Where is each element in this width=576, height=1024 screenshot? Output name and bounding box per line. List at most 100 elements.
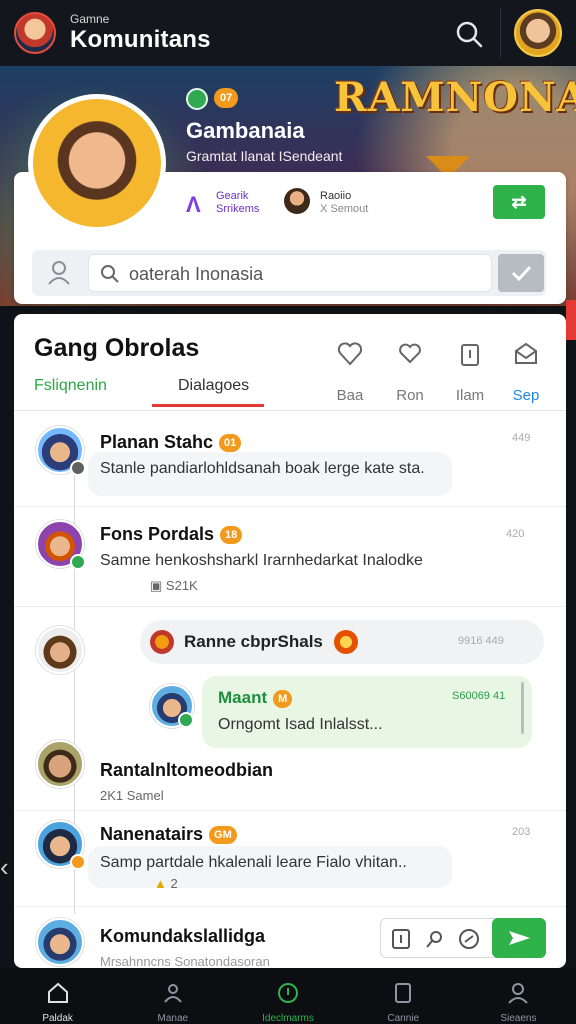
- thread-time: 9916 449: [458, 635, 504, 647]
- active-tab-indicator: [152, 404, 264, 407]
- message-author: Planan Stahc 01: [100, 432, 242, 453]
- level-badge: 07: [214, 88, 239, 108]
- message-author: Fons Pordals 18: [100, 524, 243, 545]
- tab-divider: [14, 410, 566, 411]
- avatar[interactable]: [36, 626, 84, 674]
- search-icon[interactable]: [452, 17, 486, 51]
- chevron-left-icon[interactable]: ‹: [0, 852, 9, 883]
- nav-groups[interactable]: Manae: [115, 968, 230, 1024]
- message-author: Nanenatairs GM: [100, 824, 237, 845]
- alert-circle-icon: [278, 983, 298, 1003]
- tool-mail[interactable]: Sep: [506, 340, 546, 404]
- profile-name: Gambanaia: [186, 118, 305, 143]
- thread-title: Ranne cbprShals: [184, 632, 323, 651]
- tool-notes[interactable]: Ilam: [450, 340, 490, 404]
- online-indicator: [178, 712, 194, 728]
- author-name: Planan Stahc: [100, 432, 214, 452]
- warning-icon: ▲: [154, 876, 167, 891]
- game-logo: RAMNONAH: [334, 74, 576, 121]
- reply-author: Maant M: [218, 688, 293, 708]
- status-indicator: [70, 460, 86, 476]
- user-icon[interactable]: [32, 250, 86, 296]
- row-divider: [14, 606, 566, 607]
- message-bubble[interactable]: Samp partdale hkalenali leare Fialo vhit…: [88, 846, 452, 888]
- header-divider: [500, 8, 501, 58]
- message-text[interactable]: Samne henkoshsharkl Irarnhedarkat Inalod…: [100, 552, 423, 570]
- search-input[interactable]: oaterah Inonasia: [88, 254, 492, 292]
- tab-friends[interactable]: Fsliqnenin: [34, 377, 107, 395]
- search-icon: [101, 265, 119, 283]
- stat-friends[interactable]: Raoiio X Semout: [320, 190, 368, 216]
- avatar[interactable]: [36, 918, 84, 966]
- app-avatar-icon[interactable]: [14, 12, 56, 54]
- tool-notes-label: Ilam: [455, 387, 485, 404]
- online-indicator: [70, 554, 86, 570]
- reaction-chip[interactable]: ▲ 2: [154, 876, 178, 891]
- message-time: 203: [512, 826, 531, 838]
- search-icon[interactable]: [423, 927, 447, 951]
- expand-button[interactable]: ⇄: [493, 185, 545, 219]
- reply-bubble[interactable]: Maant M S60069 41 Orngomt Isad Inlalsst..…: [202, 676, 532, 748]
- nav-games[interactable]: Cannie: [346, 968, 461, 1024]
- friend-avatar-icon: [284, 188, 310, 214]
- search-submit-button[interactable]: [498, 254, 544, 292]
- tab-dialogs[interactable]: Dialagoes: [178, 377, 249, 395]
- tool-like-label: Ron: [396, 387, 424, 404]
- header-subtitle: Gamne: [70, 12, 110, 26]
- person-icon: [508, 983, 529, 1004]
- reaction-count: 2: [170, 876, 178, 891]
- profile-avatar[interactable]: [28, 94, 166, 232]
- thread-bubble[interactable]: Ranne cbprShals 9916 449: [140, 620, 544, 664]
- message-preview: Mrsahnncns Sonatondasoran: [100, 954, 270, 968]
- message-bubble-spacer: [88, 422, 112, 442]
- heart-outline-icon: [399, 343, 421, 364]
- nav-messages[interactable]: Ideclmarms: [230, 968, 345, 1024]
- side-tab[interactable]: [566, 300, 576, 340]
- nav-messages-label: Ideclmarms: [262, 1013, 314, 1024]
- author-name: Fons Pordals: [100, 524, 215, 544]
- nav-home[interactable]: Paldak: [0, 968, 115, 1024]
- rank-icon: Λ: [186, 192, 201, 217]
- page-title: Komunitans: [70, 26, 211, 53]
- author-name: Nanenatairs: [100, 824, 204, 844]
- message-meta: 2K1 Samel: [100, 788, 164, 803]
- bottom-navigation: Paldak Manae Ideclmarms Cannie Sieaens: [0, 968, 576, 1024]
- top-bar: Gamne Komunitans: [0, 0, 576, 66]
- user-avatar[interactable]: [514, 9, 562, 57]
- stat-friends-line1: Raoiio: [320, 190, 352, 202]
- row-divider: [14, 810, 566, 811]
- tool-favorite[interactable]: Baa: [330, 340, 370, 404]
- tool-mail-label: Sep: [512, 387, 540, 404]
- send-button[interactable]: [492, 918, 546, 958]
- attachment-chip[interactable]: ▣ S21K: [150, 578, 198, 594]
- fire-icon: [150, 630, 174, 654]
- author-name: Maant: [218, 688, 268, 707]
- scrollbar[interactable]: [521, 682, 524, 734]
- stat-rank[interactable]: Gearik Srrikems: [216, 190, 259, 216]
- level-badge: GM: [209, 826, 237, 845]
- level-badge: 18: [220, 526, 243, 545]
- search-placeholder: oaterah Inonasia: [129, 264, 264, 284]
- heart-icon: [337, 342, 363, 366]
- stat-friends-line2: X Semout: [320, 203, 369, 215]
- tool-like[interactable]: Ron: [390, 340, 430, 404]
- nav-profile[interactable]: Sieaens: [461, 968, 576, 1024]
- author-name: Rantalnltomeodbian: [100, 760, 274, 780]
- emoji-icon[interactable]: [457, 927, 481, 951]
- home-icon: [47, 982, 68, 1003]
- tool-favorite-label: Baa: [336, 387, 364, 404]
- message-bubble[interactable]: Stanle pandiarlohldsanah boak lerge kate…: [88, 452, 452, 496]
- verified-icon: [186, 88, 208, 110]
- avatar[interactable]: [36, 740, 84, 788]
- status-indicator: [70, 854, 86, 870]
- author-name: Komundakslallidga: [100, 926, 266, 946]
- profile-badges: 07: [186, 88, 239, 110]
- message-time: 449: [512, 432, 531, 444]
- group-icon: [164, 984, 182, 1003]
- gift-icon: ▣: [150, 578, 163, 593]
- stat-rank-line2: Srrikems: [216, 203, 260, 215]
- clipboard-icon: [461, 344, 479, 366]
- attach-file-icon[interactable]: [389, 927, 413, 951]
- search-row: oaterah Inonasia: [32, 250, 546, 296]
- message-time: 420: [506, 528, 525, 540]
